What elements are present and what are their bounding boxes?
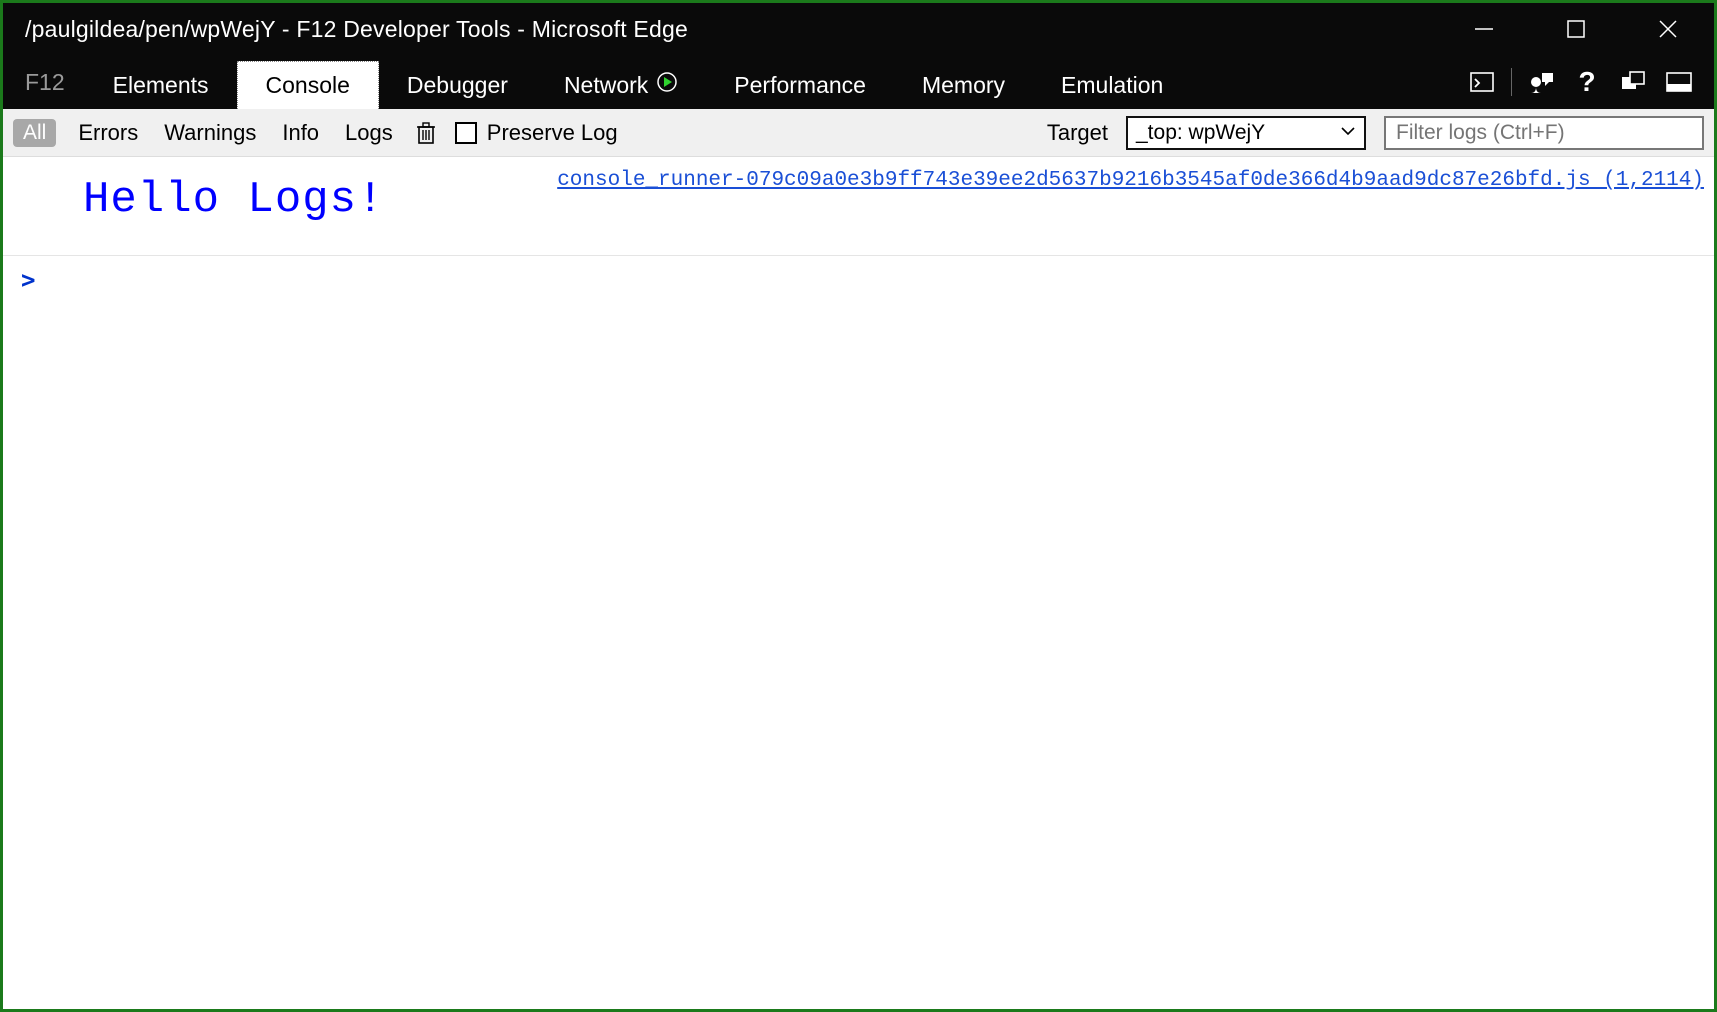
window-title: /paulgildea/pen/wpWejY - F12 Developer T… <box>25 16 1438 43</box>
window-controls <box>1438 3 1714 55</box>
filter-errors-button[interactable]: Errors <box>74 118 142 148</box>
tabbar-actions: ? <box>1459 55 1714 109</box>
tab-elements[interactable]: Elements <box>85 61 237 109</box>
tab-label: Console <box>266 72 350 99</box>
filter-warnings-button[interactable]: Warnings <box>160 118 260 148</box>
preserve-log-checkbox[interactable]: Preserve Log <box>455 120 618 146</box>
target-select[interactable]: _top: wpWejY <box>1126 116 1366 150</box>
console-prompt[interactable]: > <box>3 256 1714 304</box>
clear-console-icon[interactable] <box>415 120 437 146</box>
tab-label: Elements <box>113 72 209 99</box>
checkbox-icon <box>455 122 477 144</box>
tab-label: Performance <box>734 72 866 99</box>
filter-info-button[interactable]: Info <box>278 118 323 148</box>
maximize-button[interactable] <box>1530 3 1622 55</box>
tab-debugger[interactable]: Debugger <box>379 61 536 109</box>
tab-label: Memory <box>922 72 1005 99</box>
titlebar: /paulgildea/pen/wpWejY - F12 Developer T… <box>3 3 1714 55</box>
preserve-log-label: Preserve Log <box>487 120 618 146</box>
popout-console-icon[interactable] <box>1459 55 1505 109</box>
tab-console[interactable]: Console <box>237 61 379 109</box>
tab-label: Emulation <box>1061 72 1163 99</box>
log-entry: Hello Logs! console_runner-079c09a0e3b9f… <box>3 157 1714 256</box>
tab-emulation[interactable]: Emulation <box>1033 61 1191 109</box>
filter-input[interactable] <box>1384 116 1704 150</box>
console-output[interactable]: Hello Logs! console_runner-079c09a0e3b9f… <box>3 157 1714 1009</box>
feedback-icon[interactable] <box>1518 55 1564 109</box>
prompt-caret-icon: > <box>21 266 35 294</box>
f12-label: F12 <box>21 55 85 109</box>
console-toolbar: All Errors Warnings Info Logs Preserve L… <box>3 109 1714 157</box>
chevron-down-icon <box>1340 121 1356 145</box>
help-icon[interactable]: ? <box>1564 55 1610 109</box>
filter-all-button[interactable]: All <box>13 119 56 147</box>
tab-performance[interactable]: Performance <box>706 61 894 109</box>
target-label: Target <box>1047 120 1108 146</box>
minimize-button[interactable] <box>1438 3 1530 55</box>
network-activity-icon <box>656 71 678 99</box>
filter-logs-button[interactable]: Logs <box>341 118 397 148</box>
app-window: /paulgildea/pen/wpWejY - F12 Developer T… <box>0 0 1717 1012</box>
target-selected-value: _top: wpWejY <box>1136 121 1265 145</box>
log-message: Hello Logs! <box>83 175 384 225</box>
dock-icon[interactable] <box>1656 55 1702 109</box>
separator <box>1511 68 1512 96</box>
tab-memory[interactable]: Memory <box>894 61 1033 109</box>
tab-network[interactable]: Network <box>536 61 706 109</box>
log-source-link[interactable]: console_runner-079c09a0e3b9ff743e39ee2d5… <box>557 169 1704 192</box>
tab-label: Debugger <box>407 72 508 99</box>
undock-icon[interactable] <box>1610 55 1656 109</box>
tab-label: Network <box>564 72 648 99</box>
close-button[interactable] <box>1622 3 1714 55</box>
tabbar: F12 Elements Console Debugger Network Pe… <box>3 55 1714 109</box>
